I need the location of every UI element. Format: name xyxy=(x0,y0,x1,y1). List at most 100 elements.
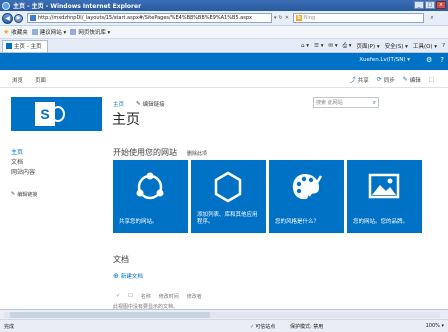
ribbon-row: 浏览 页面 ⤴ 共享 ⟳ 同步 ✎ 编辑 ⬚ xyxy=(0,70,448,88)
help-icon[interactable]: ? xyxy=(440,56,444,64)
scroll-thumb[interactable] xyxy=(10,312,210,318)
address-bar-row: ◀ ▶ http://mxdzhnpDl/_layouts/15/start.a… xyxy=(0,11,448,26)
suite-bar: Xuefen.Lv(IT/SN) ▾ ⚙ ? xyxy=(0,53,448,70)
favorites-item-label: 建议网站 ▾ xyxy=(39,30,67,36)
search-icon[interactable]: ⌕ xyxy=(373,99,376,107)
print-icon[interactable]: ⎙ ▾ xyxy=(343,43,352,50)
window-title-bar: 主页 - 主页 - Windows Internet Explorer _ □ … xyxy=(0,0,448,11)
refresh-icon[interactable]: ↻ xyxy=(279,15,283,21)
breadcrumb-home[interactable]: 主页 xyxy=(113,100,124,108)
status-done: 完成 xyxy=(4,324,15,330)
remove-link[interactable]: 删除此项 xyxy=(187,150,207,157)
safety-menu[interactable]: 安全(S) ▾ xyxy=(385,42,408,50)
plus-icon: ⊕ xyxy=(113,272,119,280)
user-menu[interactable]: Xuefen.Lv(IT/SN) ▾ xyxy=(359,57,410,63)
new-document-label: 新建文档 xyxy=(120,274,143,280)
close-button[interactable]: × xyxy=(436,1,446,9)
dropdown-icon[interactable]: ▾ xyxy=(274,15,277,21)
gear-icon[interactable]: ⚙ xyxy=(426,56,432,64)
favorites-button[interactable]: ★ 收藏夹 xyxy=(3,28,28,36)
search-placeholder: Bing xyxy=(304,15,316,21)
ribbon-tabs: 浏览 页面 xyxy=(12,76,46,84)
browser-tab[interactable]: 主页 - 主页 xyxy=(2,39,49,52)
minimize-button[interactable]: _ xyxy=(414,1,424,9)
left-nav: 主页 文档 网站内容 ✎ 编辑链接 xyxy=(11,147,101,199)
page-menu[interactable]: 页面(P) ▾ xyxy=(357,42,380,50)
address-field[interactable]: http://mxdzhnpDl/_layouts/15/start.aspx#… xyxy=(27,13,272,23)
scroll-track[interactable] xyxy=(4,312,440,318)
select-all-checkbox[interactable]: ✓ xyxy=(116,293,120,300)
share-button[interactable]: ⤴ 共享 xyxy=(350,75,369,84)
site-search-placeholder: 搜索 此网站 xyxy=(316,100,343,106)
favorites-item[interactable]: 建议网站 ▾ xyxy=(31,28,67,36)
getting-started-header: 开始使用您的网站 删除此项 xyxy=(113,147,207,158)
ribbon-actions: ⤴ 共享 ⟳ 同步 ✎ 编辑 ⬚ xyxy=(350,75,434,84)
new-document-button[interactable]: ⊕ 新建文档 xyxy=(113,272,143,280)
search-input[interactable]: b Bing xyxy=(293,13,424,23)
ie-icon xyxy=(2,1,10,10)
help-menu[interactable]: ? xyxy=(442,43,445,49)
modified-column[interactable]: 修改时间 xyxy=(159,293,179,300)
picture-icon xyxy=(368,173,400,199)
forward-button[interactable]: ▶ xyxy=(14,13,23,23)
documents-header: ✓ ☐ 名称 修改时间 修改者 xyxy=(116,293,202,300)
edit-button[interactable]: ✎ 编辑 xyxy=(403,75,421,84)
share-icon xyxy=(136,172,164,200)
sharepoint-logo-icon: S xyxy=(35,102,55,126)
tile-add-apps[interactable]: 添加列表、库和其他应用程序。 xyxy=(191,160,266,233)
horizontal-scrollbar[interactable] xyxy=(0,310,448,320)
tile-caption: 共享您的网站。 xyxy=(119,219,158,225)
focus-icon[interactable]: ⬚ xyxy=(429,75,434,84)
search-icon[interactable]: ⌕ xyxy=(426,13,438,23)
suite-icons: ⚙ ? xyxy=(426,56,444,64)
tab-browse[interactable]: 浏览 xyxy=(12,76,23,84)
name-column[interactable]: 名称 xyxy=(141,293,151,300)
tile-style[interactable]: 您的风格是什么？ xyxy=(269,160,344,233)
nav-item-documents[interactable]: 文档 xyxy=(11,157,101,167)
sync-icon: ⟳ xyxy=(376,76,382,83)
add-apps-icon xyxy=(214,171,242,203)
status-info: 完成 ✓可信站点 保护模式: 禁用 100% ▾ xyxy=(0,321,448,332)
documents-title: 文档 xyxy=(113,255,129,264)
nav-edit-label: 编辑链接 xyxy=(17,191,38,198)
share-label: 共享 xyxy=(357,77,369,84)
check-icon: ✓ xyxy=(250,324,255,330)
stop-icon[interactable]: ✕ xyxy=(285,15,289,21)
maximize-button[interactable]: □ xyxy=(425,1,435,9)
tile-share[interactable]: 共享您的网站。 xyxy=(113,160,188,233)
bing-icon: b xyxy=(296,15,302,21)
sync-label: 同步 xyxy=(383,77,395,84)
back-button[interactable]: ◀ xyxy=(2,12,13,24)
star-icon: ★ xyxy=(3,27,10,36)
window-title: 主页 - 主页 - Windows Internet Explorer xyxy=(13,3,142,10)
edit-links-button[interactable]: ✎ 编辑链接 xyxy=(136,100,165,108)
command-bar: ⌂ ▾ ☰ ▾ ✉ ▾ ⎙ ▾ 页面(P) ▾ 安全(S) ▾ 工具(O) ▾ … xyxy=(301,39,445,53)
mail-icon[interactable]: ✉ ▾ xyxy=(328,43,337,49)
modified-by-column[interactable]: 修改者 xyxy=(187,293,202,300)
site-logo[interactable]: S xyxy=(11,97,102,131)
tab-page[interactable]: 页面 xyxy=(35,76,46,84)
tools-menu[interactable]: 工具(O) ▾ xyxy=(413,42,437,50)
page-content: S 主页 ✎ 编辑链接 主页 搜索 此网站 ⌕ 主页 文档 网站内容 ✎ 编辑链… xyxy=(0,88,448,310)
protected-mode-status: 保护模式: 禁用 xyxy=(290,324,324,330)
site-search-input[interactable]: 搜索 此网站 ⌕ xyxy=(313,97,379,108)
nav-edit-links[interactable]: ✎ 编辑链接 xyxy=(11,189,101,199)
nav-item-home[interactable]: 主页 xyxy=(11,147,101,157)
favorites-item[interactable]: 网页快讯库 ▾ xyxy=(70,28,110,36)
nav-item-site-contents[interactable]: 网站内容 xyxy=(11,167,101,177)
page-icon xyxy=(30,15,36,21)
zone-indicator: ✓可信站点 xyxy=(250,323,275,330)
type-column[interactable]: ☐ xyxy=(128,293,132,300)
palette-icon xyxy=(292,174,323,200)
tile-brand[interactable]: 您的网站。您的品牌。 xyxy=(347,160,422,233)
feeds-icon[interactable]: ☰ ▾ xyxy=(314,43,323,49)
tile-caption: 您的网站。您的品牌。 xyxy=(353,219,409,225)
status-bar: 完成 ✓可信站点 保护模式: 禁用 100% ▾ xyxy=(0,309,448,332)
tab-row: 主页 - 主页 ⌂ ▾ ☰ ▾ ✉ ▾ ⎙ ▾ 页面(P) ▾ 安全(S) ▾ … xyxy=(0,39,448,53)
window-controls: _ □ × xyxy=(414,1,446,9)
zoom-level[interactable]: 100% ▾ xyxy=(426,323,444,329)
tile-caption: 您的风格是什么？ xyxy=(275,219,320,225)
home-icon[interactable]: ⌂ ▾ xyxy=(301,43,309,49)
zone-label: 可信站点 xyxy=(255,324,276,330)
sync-button[interactable]: ⟳ 同步 xyxy=(377,75,395,84)
